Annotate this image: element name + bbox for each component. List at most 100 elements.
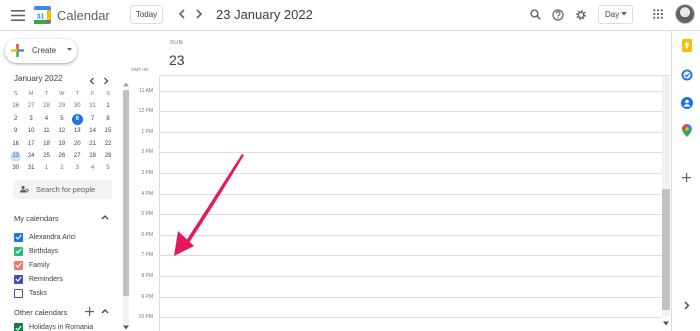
day-number[interactable]: 23 xyxy=(169,52,185,68)
mini-calendar-prev-button[interactable] xyxy=(87,73,97,85)
mini-calendar-day[interactable]: 18 xyxy=(39,138,54,150)
mini-calendar-day[interactable]: 15 xyxy=(100,125,115,137)
mini-calendar-day-number: 28 xyxy=(43,103,50,110)
avatar[interactable] xyxy=(675,4,695,24)
mini-calendar-day[interactable]: 26 xyxy=(8,100,23,112)
mini-calendar-day[interactable]: 31 xyxy=(23,162,38,174)
mini-calendar-day[interactable]: 22 xyxy=(100,138,115,150)
mini-calendar-day[interactable]: 30 xyxy=(8,162,23,174)
view-selector[interactable]: Day xyxy=(598,5,633,24)
mini-calendar-day[interactable]: 8 xyxy=(100,113,115,125)
other-calendar-item[interactable]: Holidays in Romania xyxy=(14,323,93,331)
create-button-label: Create xyxy=(32,46,57,55)
mini-calendar-day[interactable]: 3 xyxy=(23,113,38,125)
today-button[interactable]: Today xyxy=(130,5,163,24)
mini-calendar-day[interactable]: 9 xyxy=(8,125,23,137)
mini-calendar-day[interactable]: 16 xyxy=(8,138,23,150)
mini-calendar-day-number: 2 xyxy=(60,165,64,172)
my-calendar-item[interactable]: Alexandra Arici xyxy=(14,231,114,243)
tasks-button[interactable] xyxy=(680,68,693,81)
contacts-button[interactable] xyxy=(680,96,693,109)
mini-calendar-day[interactable]: 26 xyxy=(54,150,69,162)
mini-calendar-next-button[interactable] xyxy=(101,73,111,85)
chevron-up-icon[interactable] xyxy=(101,308,109,314)
mini-calendar-day[interactable]: 11 xyxy=(39,125,54,137)
mini-calendar-day[interactable]: 14 xyxy=(85,125,100,137)
mini-calendar-day[interactable]: 24 xyxy=(23,150,38,162)
hour-gridline xyxy=(160,193,662,195)
mini-calendar-day[interactable]: 13 xyxy=(70,125,85,137)
mini-calendar-day[interactable]: 3 xyxy=(70,162,85,174)
calendar-checkbox[interactable] xyxy=(14,232,23,242)
mini-calendar-day[interactable]: 30 xyxy=(70,100,85,112)
hour-label: 12 PM xyxy=(138,108,153,115)
mini-calendar-day[interactable]: 31 xyxy=(85,100,100,112)
get-addons-button[interactable] xyxy=(680,171,693,184)
scrollbar-thumb[interactable] xyxy=(662,189,670,310)
mini-calendar-day[interactable]: 28 xyxy=(85,150,100,162)
scroll-down-arrow-icon[interactable] xyxy=(123,325,129,330)
mini-calendar-day[interactable]: 4 xyxy=(85,162,100,174)
my-calendar-item[interactable]: Birthdays xyxy=(14,245,114,257)
mini-calendar-day[interactable]: 23 xyxy=(8,150,23,162)
mini-calendar-day[interactable]: 19 xyxy=(54,138,69,150)
main-menu-button[interactable] xyxy=(8,6,28,24)
mini-calendar-day[interactable]: 12 xyxy=(54,125,69,137)
mini-calendar-day-number: 24 xyxy=(27,152,35,159)
maps-button[interactable] xyxy=(680,124,693,137)
mini-calendar-day[interactable]: 1 xyxy=(39,162,54,174)
mini-calendar-day[interactable]: 2 xyxy=(8,113,23,125)
scroll-up-arrow-icon[interactable] xyxy=(123,82,129,87)
create-button[interactable]: Create xyxy=(5,39,77,63)
mini-calendar-day[interactable]: 25 xyxy=(39,150,54,162)
mini-calendar-day[interactable]: 27 xyxy=(70,150,85,162)
mini-calendar-day-number: 21 xyxy=(89,140,96,147)
calendar-checkbox[interactable] xyxy=(14,274,23,284)
mini-calendar-day[interactable]: 6 xyxy=(70,113,85,125)
settings-button[interactable] xyxy=(573,7,588,22)
mini-calendar-day[interactable]: 17 xyxy=(23,138,38,150)
my-calendar-item[interactable]: Reminders xyxy=(14,273,114,285)
next-day-button[interactable] xyxy=(192,7,206,21)
help-button[interactable] xyxy=(550,7,565,22)
mini-calendar-day[interactable]: 28 xyxy=(39,100,54,112)
chevron-right-icon xyxy=(196,9,203,19)
mini-calendar-day[interactable]: 21 xyxy=(85,138,100,150)
mini-calendar-day[interactable]: 7 xyxy=(85,113,100,125)
mini-calendar-day[interactable]: 5 xyxy=(54,113,69,125)
search-button[interactable] xyxy=(528,7,543,22)
my-calendars-title[interactable]: My calendars xyxy=(14,214,59,223)
mini-calendar-day-number: 23 xyxy=(10,150,22,162)
collapse-panel-button[interactable] xyxy=(680,299,693,312)
hour-gridline xyxy=(160,275,662,277)
scrollbar-thumb[interactable] xyxy=(123,90,129,296)
mini-calendar-day[interactable]: 29 xyxy=(54,100,69,112)
other-calendars-title[interactable]: Other calendars xyxy=(14,308,67,317)
my-calendar-item[interactable]: Family xyxy=(14,259,114,271)
mini-calendar-day[interactable]: 27 xyxy=(23,100,38,112)
calendar-logo[interactable]: 31 xyxy=(34,6,51,24)
calendar-checkbox[interactable] xyxy=(14,288,23,298)
mini-calendar-day[interactable]: 20 xyxy=(70,138,85,150)
day-grid[interactable] xyxy=(159,76,662,331)
google-apps-button[interactable] xyxy=(651,7,665,21)
mini-calendar-day[interactable]: 4 xyxy=(39,113,54,125)
mini-calendar-day[interactable]: 29 xyxy=(100,150,115,162)
mini-calendar-day[interactable]: 1 xyxy=(100,100,115,112)
previous-day-button[interactable] xyxy=(175,7,189,21)
mini-calendar-day[interactable]: 2 xyxy=(54,162,69,174)
day-view-scrollbar[interactable] xyxy=(661,76,671,331)
calendar-checkbox[interactable] xyxy=(14,260,23,270)
keep-button[interactable] xyxy=(680,39,693,52)
sidebar-scrollbar[interactable] xyxy=(121,82,130,331)
chevron-up-icon[interactable] xyxy=(101,214,109,220)
add-other-calendar-icon[interactable] xyxy=(85,307,94,316)
people-search-input[interactable]: Search for people xyxy=(13,180,112,199)
mini-calendar-day[interactable]: 10 xyxy=(23,125,38,137)
mini-calendar-day[interactable]: 5 xyxy=(100,162,115,174)
calendar-checkbox[interactable] xyxy=(14,323,23,331)
scroll-down-arrow-icon[interactable] xyxy=(663,321,669,326)
my-calendar-item[interactable]: Tasks xyxy=(14,287,114,299)
calendar-checkbox[interactable] xyxy=(14,246,23,256)
mini-calendar-day-number: 3 xyxy=(75,165,79,172)
